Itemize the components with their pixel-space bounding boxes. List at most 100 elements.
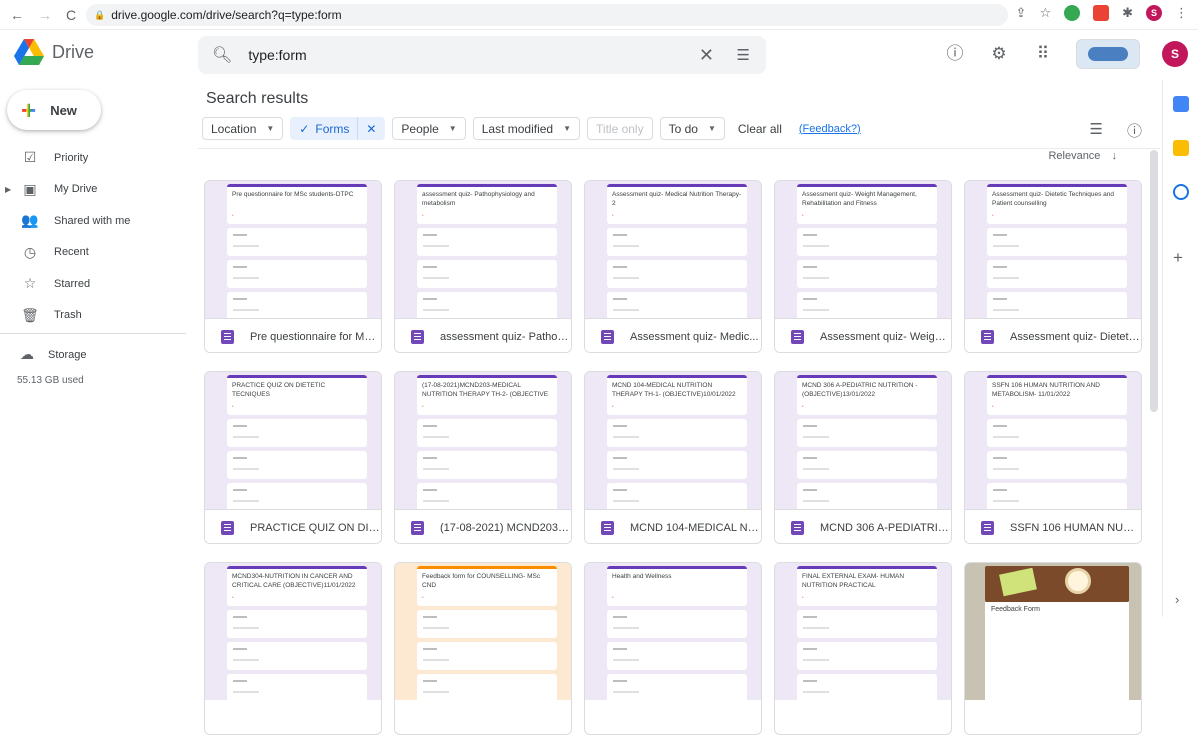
form-question xyxy=(417,292,557,318)
required-marker: * xyxy=(232,213,234,218)
thumbnail-title: Feedback form for COUNSELLING- MSc CND xyxy=(422,573,541,589)
sidebar-item-trash[interactable]: 🗑 Trash xyxy=(0,300,190,332)
file-card-footer: MCND 104-MEDICAL NU... xyxy=(585,509,761,543)
cloud-icon: ☁ xyxy=(20,346,34,362)
thumbnail-title: MCND 306 A-PEDIATRIC NUTRITION - (OBJECT… xyxy=(802,382,918,398)
sort-control[interactable]: Relevance ↓ xyxy=(1048,150,1117,162)
puzzle-icon[interactable]: ✱ xyxy=(1122,5,1133,21)
file-card[interactable]: FINAL EXTERNAL EXAM- HUMAN NUTRITION PRA… xyxy=(774,562,952,735)
file-card[interactable]: assessment quiz- Pathophysiology and met… xyxy=(394,180,572,353)
file-card[interactable]: MCND 306 A-PEDIATRIC NUTRITION - (OBJECT… xyxy=(774,371,952,544)
file-card[interactable]: PRACTICE QUIZ ON DIETETIC TECNIQUES * PRAC… xyxy=(204,371,382,544)
add-addon-icon[interactable]: + xyxy=(1173,248,1183,268)
file-card[interactable]: Assessment quiz- Medical Nutrition Thera… xyxy=(584,180,762,353)
form-preview: Assessment quiz- Weight Management, Reha… xyxy=(797,184,937,318)
file-card[interactable]: Assessment quiz- Weight Management, Reha… xyxy=(774,180,952,353)
file-card[interactable]: Feedback form for COUNSELLING- MSc CND * xyxy=(394,562,572,735)
sidebar-item-my-drive[interactable]: ▶ ▣ My Drive xyxy=(0,174,190,206)
share-icon[interactable]: ⇪ xyxy=(1016,5,1027,21)
chevron-right-icon[interactable]: › xyxy=(1175,592,1179,607)
address-bar[interactable]: 🔒 drive.google.com/drive/search?q=type:f… xyxy=(86,4,1008,26)
sidebar-item-priority[interactable]: ☑ Priority xyxy=(0,142,190,174)
file-card[interactable]: MCND304-NUTRITION IN CANCER AND CRITICAL… xyxy=(204,562,382,735)
main-content: Search results Location ▼ ✓ Forms ✕ People… xyxy=(198,80,1160,735)
account-avatar[interactable]: S xyxy=(1162,41,1188,67)
keep-icon[interactable] xyxy=(1173,140,1189,156)
expand-caret-icon[interactable]: ▶ xyxy=(5,185,15,194)
file-card[interactable]: SSFN 106 HUMAN NUTRITION AND METABOLISM-… xyxy=(964,371,1142,544)
people-filter[interactable]: People ▼ xyxy=(392,117,466,140)
thumbnail-title: FINAL EXTERNAL EXAM- HUMAN NUTRITION PRA… xyxy=(802,573,905,589)
title-only-filter[interactable]: Title only xyxy=(587,117,653,140)
search-options-icon[interactable]: ☰ xyxy=(737,46,750,64)
list-view-icon[interactable]: ☰ xyxy=(1090,120,1103,141)
header-image-detail xyxy=(1065,568,1091,594)
extension-icon[interactable] xyxy=(1093,5,1110,21)
form-preview: (17-08-2021)MCND203-MEDICAL NUTRITION TH… xyxy=(417,375,557,509)
kebab-menu-icon[interactable]: ⋮ xyxy=(1175,5,1188,21)
extension-icon[interactable] xyxy=(1064,5,1081,21)
form-question xyxy=(417,483,557,509)
location-filter[interactable]: Location ▼ xyxy=(202,117,284,140)
required-marker: * xyxy=(802,595,804,600)
profile-icon[interactable]: S xyxy=(1146,5,1162,21)
sidebar-item-starred[interactable]: ☆ Starred xyxy=(0,268,190,300)
arrow-down-icon: ↓ xyxy=(1111,150,1118,162)
forward-icon[interactable]: → xyxy=(38,7,52,23)
file-card-footer: Pre questionnaire for MS... xyxy=(205,318,381,352)
form-header: MCND 306 A-PEDIATRIC NUTRITION - (OBJECT… xyxy=(797,375,937,415)
file-card[interactable]: Assessment quiz- Dietetic Techniques and… xyxy=(964,180,1142,353)
file-card[interactable]: MCND 104-MEDICAL NUTRITION THERAPY TH-1-… xyxy=(584,371,762,544)
form-question xyxy=(607,483,747,509)
search-input[interactable] xyxy=(248,47,679,63)
thumbnail-title: Assessment quiz- Dietetic Techniques and… xyxy=(992,191,1114,207)
sidebar-item-label: Priority xyxy=(54,151,89,164)
form-preview: SSFN 106 HUMAN NUTRITION AND METABOLISM-… xyxy=(987,375,1127,509)
form-question xyxy=(607,674,747,700)
remove-filter-icon[interactable]: ✕ xyxy=(357,117,384,140)
required-marker: * xyxy=(612,595,614,600)
form-thumbnail: Health and Wellness * xyxy=(585,563,761,700)
form-question xyxy=(987,228,1127,256)
tasks-icon[interactable] xyxy=(1173,184,1189,200)
star-icon[interactable]: ☆ xyxy=(1039,5,1051,21)
search-icon[interactable]: 🔍︎ xyxy=(212,45,232,65)
reload-icon[interactable]: C xyxy=(66,7,76,23)
search-bar[interactable]: 🔍︎ ✕ ☰ xyxy=(198,36,766,74)
file-card[interactable]: (17-08-2021)MCND203-MEDICAL NUTRITION TH… xyxy=(394,371,572,544)
last-modified-filter[interactable]: Last modified ▼ xyxy=(472,117,581,140)
clear-search-icon[interactable]: ✕ xyxy=(699,45,714,66)
file-card[interactable]: Pre questionnaire for MSc students-DTPC *… xyxy=(204,180,382,353)
feedback-link[interactable]: (Feedback?) xyxy=(799,123,861,135)
form-question xyxy=(227,483,367,509)
thumbnail-title: assessment quiz- Pathophysiology and met… xyxy=(422,191,535,207)
file-card-footer: Assessment quiz- Weight... xyxy=(775,318,951,352)
form-question xyxy=(227,228,367,256)
sidebar-item-recent[interactable]: ◷ Recent xyxy=(0,237,190,269)
google-forms-icon xyxy=(221,520,234,535)
help-icon[interactable]: ⓘ xyxy=(944,43,966,65)
clear-all-button[interactable]: Clear all xyxy=(738,122,782,136)
organization-logo[interactable] xyxy=(1076,39,1140,69)
scrollbar[interactable] xyxy=(1150,150,1158,412)
drive-logo[interactable]: Drive xyxy=(14,39,94,65)
file-card[interactable]: Health and Wellness * xyxy=(584,562,762,735)
sidebar-item-shared[interactable]: 👥 Shared with me xyxy=(0,205,190,237)
apps-grid-icon[interactable]: ⠿ xyxy=(1032,43,1054,65)
forms-filter[interactable]: ✓ Forms ✕ xyxy=(290,117,386,140)
info-icon[interactable]: ⓘ xyxy=(1127,120,1142,141)
settings-gear-icon[interactable]: ⚙ xyxy=(988,43,1010,65)
sidebar-item-label: Trash xyxy=(54,309,82,322)
to-do-filter[interactable]: To do ▼ xyxy=(659,117,725,140)
sidebar: + New ☑ Priority ▶ ▣ My Drive 👥 Shared wi… xyxy=(0,80,190,617)
google-forms-icon xyxy=(221,329,234,344)
file-card[interactable]: Feedback Form xyxy=(964,562,1142,735)
required-marker: * xyxy=(802,404,804,409)
form-question xyxy=(797,642,937,670)
file-card-footer: SSFN 106 HUMAN NUTR... xyxy=(965,509,1141,543)
storage-section[interactable]: ☁ Storage 55.13 GB used xyxy=(0,346,87,386)
form-preview: PRACTICE QUIZ ON DIETETIC TECNIQUES * xyxy=(227,375,367,509)
back-icon[interactable]: ← xyxy=(10,7,24,23)
new-button[interactable]: + New xyxy=(7,90,101,130)
calendar-icon[interactable] xyxy=(1173,96,1189,112)
